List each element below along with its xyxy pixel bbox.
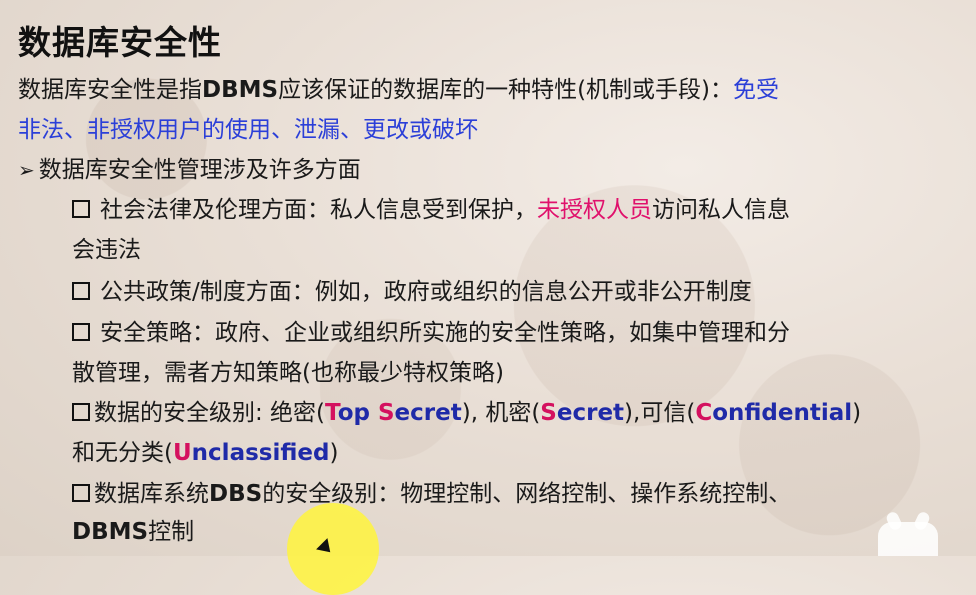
- level-top-secret-op: op: [337, 400, 378, 426]
- intro-text-1: 数据库安全性是指: [18, 77, 202, 103]
- intro-text-2: 应该保证的数据库的一种特性(机制或手段)：: [278, 77, 734, 103]
- dbs-dbms: DBMS: [72, 519, 149, 545]
- item-levels-line-2: 和无分类(Unclassified): [72, 433, 338, 473]
- item-social-line-1: 社会法律及伦理方面：私人信息受到保护，未授权人员访问私人信息: [72, 190, 790, 230]
- slide: 数据库安全性 数据库安全性是指DBMS应该保证的数据库的一种特性(机制或手段)：…: [0, 0, 976, 556]
- page-title: 数据库安全性: [18, 23, 222, 62]
- checkbox-bullet-icon: [72, 403, 90, 421]
- policy-text: 公共政策/制度方面：例如，政府或组织的信息公开或非公开制度: [100, 279, 752, 305]
- level-secret-ecret: ecret: [556, 400, 625, 426]
- section-text: 数据库安全性管理涉及许多方面: [38, 157, 361, 183]
- checkbox-bullet-icon: [72, 484, 90, 502]
- strategy-text-1: 安全策略：政府、企业或组织所实施的安全性策略，如集中管理和分: [100, 320, 790, 346]
- item-strategy-line-1: 安全策略：政府、企业或组织所实施的安全性策略，如集中管理和分: [72, 313, 790, 353]
- level-confidential-rest: onfidential: [712, 400, 853, 426]
- level-top-secret-t: T: [325, 400, 338, 426]
- section-heading: ➢ 数据库安全性管理涉及许多方面: [18, 150, 361, 190]
- level-confidential-c: C: [695, 400, 713, 426]
- item-levels-line-1: 数据的安全级别: 绝密(Top Secret), 机密(Secret),可信(C…: [72, 393, 861, 433]
- levels-text-1: 数据的安全级别: 绝密(: [94, 400, 326, 426]
- arrow-bullet-icon: ➢: [18, 158, 35, 182]
- item-social-line-2: 会违法: [72, 237, 141, 263]
- level-unclassified-u: U: [172, 440, 192, 466]
- item-dbs-line-2: DBMS控制: [72, 512, 194, 552]
- intro-highlight-1: 免受: [733, 77, 780, 103]
- level-unclassified-rest: nclassified: [191, 440, 330, 466]
- levels-text-4: ): [852, 400, 862, 426]
- level-secret-s: S: [540, 400, 557, 426]
- social-text-1: 社会法律及伦理方面：私人信息受到保护，: [100, 197, 537, 223]
- level-top-secret-s: S: [377, 400, 395, 426]
- item-dbs-line-1: 数据库系统DBS的安全级别：物理控制、网络控制、操作系统控制、: [72, 474, 791, 514]
- watermark-logo-icon: [878, 522, 938, 556]
- checkbox-bullet-icon: [72, 200, 90, 218]
- item-strategy-line-2: 散管理，需者方知策略(也称最少特权策略): [72, 360, 504, 386]
- levels-text-3: ),可信(: [624, 400, 696, 426]
- dbs-acronym: DBS: [209, 481, 263, 507]
- checkbox-bullet-icon: [72, 282, 90, 300]
- social-highlight: 未授权人员: [537, 197, 652, 223]
- level-top-secret-ecret: ecret: [394, 400, 462, 426]
- social-text-2: 访问私人信息: [652, 197, 790, 223]
- intro-dbms: DBMS: [202, 77, 279, 103]
- levels-text-6: ): [329, 440, 339, 466]
- item-policy: 公共政策/制度方面：例如，政府或组织的信息公开或非公开制度: [72, 272, 752, 312]
- intro-line-2: 非法、非授权用户的使用、泄漏、更改或破坏: [18, 117, 478, 143]
- dbs-text-1: 数据库系统: [94, 481, 209, 507]
- levels-text-5: 和无分类(: [72, 440, 173, 466]
- levels-text-2: ), 机密(: [461, 400, 541, 426]
- checkbox-bullet-icon: [72, 323, 90, 341]
- dbs-text-3: 控制: [148, 519, 195, 545]
- intro-line-1: 数据库安全性是指DBMS应该保证的数据库的一种特性(机制或手段)：免受: [18, 70, 779, 110]
